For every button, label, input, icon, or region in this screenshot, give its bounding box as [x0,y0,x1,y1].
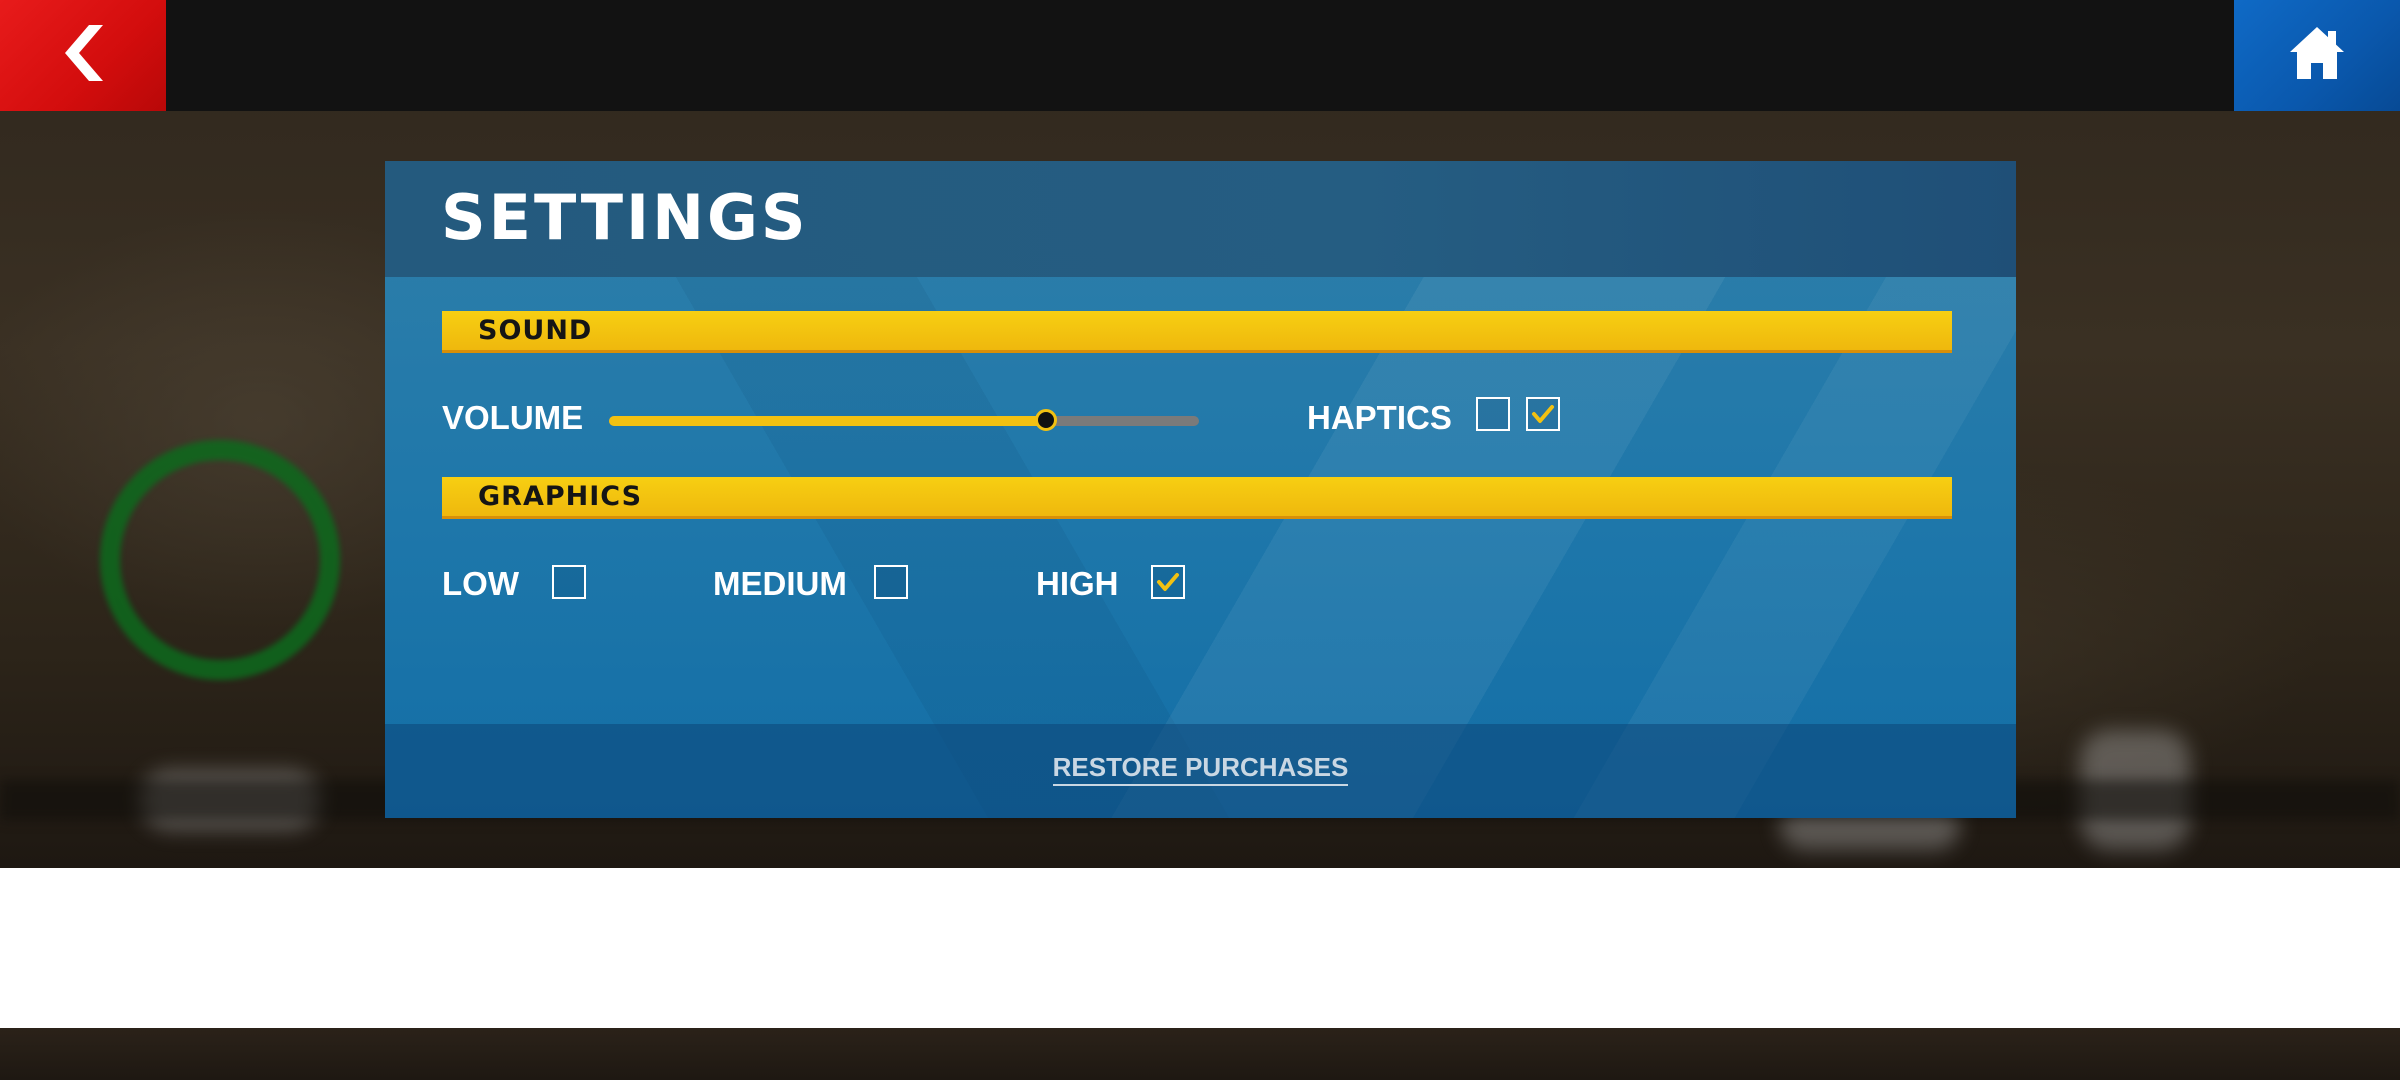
restore-purchases-link[interactable]: RESTORE PURCHASES [385,752,2016,786]
back-button[interactable] [0,0,166,111]
home-button[interactable] [2234,0,2400,111]
settings-panel: SETTINGS SOUND VOLUME HAPTICS GRAPHICS L… [385,161,2016,818]
graphics-high-label: HIGH [1036,565,1119,602]
graphics-low-label: LOW [442,565,519,602]
haptics-checkbox-on[interactable] [1526,397,1560,431]
home-icon [2288,25,2346,86]
panel-header: SETTINGS [385,161,2016,277]
volume-slider-thumb[interactable] [1034,409,1057,431]
volume-label: VOLUME [442,399,584,436]
bottom-band [0,1028,2400,1080]
haptics-checkbox-off[interactable] [1476,397,1510,431]
panel-footer: RESTORE PURCHASES [385,724,2016,818]
graphics-section-header: GRAPHICS [442,477,1952,519]
restore-purchases-label: RESTORE PURCHASES [1052,752,1349,786]
checkmark-icon [1532,405,1554,423]
sound-section-label: SOUND [478,315,593,346]
graphics-section-label: GRAPHICS [478,481,643,512]
sound-section-header: SOUND [442,311,1952,353]
graphics-medium-checkbox[interactable] [874,565,908,599]
graphics-high-checkbox[interactable] [1151,565,1185,599]
top-bar [0,0,2400,111]
volume-slider-fill [609,416,1046,426]
graphics-medium-label: MEDIUM [713,565,847,602]
graphics-low-checkbox[interactable] [552,565,586,599]
background-ring [100,440,340,680]
haptics-label: HAPTICS [1307,399,1452,436]
page-title: SETTINGS [441,181,809,254]
volume-slider[interactable] [609,409,1199,431]
chevron-left-icon [61,25,105,86]
white-band [0,868,2400,1028]
checkmark-icon [1157,573,1179,591]
